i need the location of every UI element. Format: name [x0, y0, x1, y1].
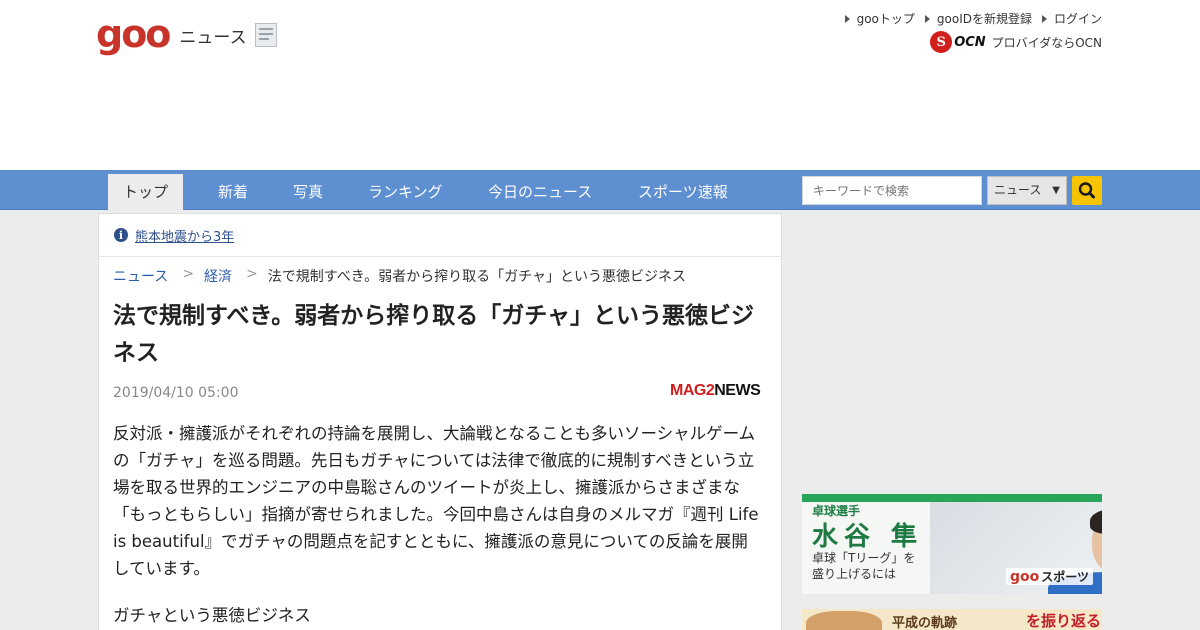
- banner-subtitle: 卓球「Tリーグ」を 盛り上げるには: [812, 551, 916, 581]
- banner-photo: [806, 611, 882, 630]
- triangle-down-icon: ▼: [1052, 185, 1060, 196]
- goo-top-link[interactable]: gooトップ: [844, 10, 915, 27]
- info-icon: i: [114, 228, 128, 242]
- section-label[interactable]: ニュース: [179, 23, 246, 48]
- article-lead: 反対派・擁護派がそれぞれの持論を展開し、大論戦となることも多いソーシャルゲームの…: [113, 424, 759, 578]
- ocn-promo[interactable]: S OCN プロバイダならOCN: [930, 31, 1102, 53]
- tab-top[interactable]: トップ: [108, 174, 184, 210]
- newspaper-icon: [253, 23, 279, 47]
- goo-sports-logo: goo スポーツ: [1006, 568, 1094, 585]
- notice-link[interactable]: 熊本地震から3年: [135, 226, 234, 245]
- search-button[interactable]: [1072, 176, 1102, 205]
- goo-logo[interactable]: goo: [96, 12, 171, 56]
- breadcrumb-separator: >: [246, 266, 258, 282]
- triangle-right-icon: [924, 14, 930, 23]
- main-nav: トップ 新着 写真 ランキング 今日のニュース スポーツ速報 ニュース ▼: [0, 170, 1200, 210]
- ocn-promo-text: プロバイダならOCN: [991, 35, 1102, 50]
- article-card: i 熊本地震から3年 ニュース > 経済 > 法で規制すべき。弱者から搾り取る「…: [98, 213, 782, 630]
- notice-bar: i 熊本地震から3年: [99, 214, 781, 257]
- heisei-banner[interactable]: 平成の軌跡 を振り返る: [802, 609, 1102, 630]
- tab-today[interactable]: 今日のニュース: [488, 174, 592, 210]
- tab-ranking[interactable]: ランキング: [368, 174, 443, 210]
- triangle-right-icon: [1041, 14, 1047, 23]
- sports-banner[interactable]: 卓球選手 水谷 隼 卓球「Tリーグ」を 盛り上げるには goo スポーツ: [802, 494, 1102, 594]
- search-input[interactable]: [802, 176, 982, 205]
- banner-athlete-name: 水谷 隼: [812, 522, 924, 552]
- header-links: gooトップ gooIDを新規登録 ログイン: [844, 10, 1102, 27]
- search-icon: [1078, 182, 1095, 199]
- article-date: 2019/04/10 05:00: [113, 385, 239, 401]
- article-title: 法で規制すべき。弱者から搾り取る「ガチャ」という悪徳ビジネス: [113, 303, 755, 366]
- tab-new[interactable]: 新着: [218, 174, 248, 210]
- search-scope-select[interactable]: ニュース ▼: [987, 176, 1067, 205]
- banner-heisei-text: を振り返る: [1026, 612, 1102, 630]
- register-link[interactable]: gooIDを新規登録: [924, 10, 1032, 27]
- ocn-logo: S OCN: [930, 31, 986, 53]
- article-subheading: ガチャという悪徳ビジネス: [113, 606, 311, 625]
- breadcrumb-current: 法で規制すべき。弱者から搾り取る「ガチャ」という悪徳ビジネス: [267, 269, 686, 285]
- source-logo[interactable]: MAG2NEWS: [670, 382, 761, 400]
- triangle-right-icon: [844, 14, 850, 23]
- login-link[interactable]: ログイン: [1041, 10, 1102, 27]
- breadcrumb-economy[interactable]: 経済: [204, 266, 232, 286]
- breadcrumb-separator: >: [182, 266, 195, 282]
- ocn-mark-icon: S: [930, 31, 953, 53]
- tab-sports[interactable]: スポーツ速報: [638, 174, 728, 210]
- banner-heisei-title: 平成の軌跡: [892, 616, 958, 630]
- breadcrumb: ニュース > 経済 > 法で規制すべき。弱者から搾り取る「ガチャ」という悪徳ビジ…: [113, 266, 686, 286]
- site-header: goo ニュース gooトップ gooIDを新規登録 ログイン S OCN プロ…: [0, 0, 1200, 170]
- breadcrumb-news[interactable]: ニュース: [113, 266, 168, 286]
- tab-photos[interactable]: 写真: [293, 174, 323, 210]
- site-logo[interactable]: goo ニュース: [96, 12, 279, 56]
